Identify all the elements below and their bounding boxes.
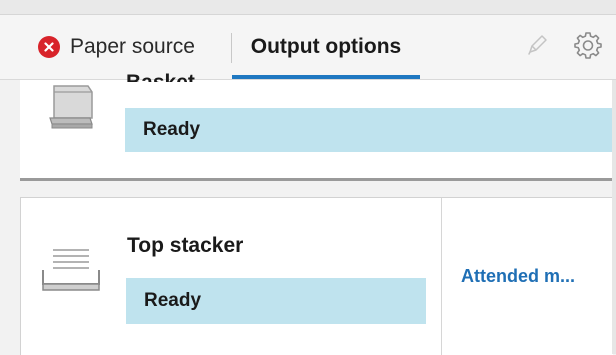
tab-output-options[interactable]: Output options: [232, 15, 420, 79]
gear-icon: [573, 30, 603, 65]
tab-output-options-label: Output options: [250, 35, 402, 58]
status-badge: Ready: [126, 278, 426, 324]
tab-bar: Paper source Output options: [0, 15, 616, 80]
edit-button[interactable]: [519, 29, 555, 65]
basket-icon: [46, 84, 96, 135]
output-card-top-stacker[interactable]: Top stacker Ready Attended m...: [20, 197, 613, 355]
pen-icon: [524, 32, 550, 63]
card-divider: [441, 198, 442, 355]
scrollbar-track[interactable]: [612, 80, 616, 354]
tab-paper-source[interactable]: Paper source: [38, 15, 195, 79]
error-circle-icon: [38, 36, 60, 58]
attended-mode-link[interactable]: Attended m...: [461, 266, 575, 287]
output-name: Basket: [126, 72, 195, 82]
output-card-basket[interactable]: Basket Ready: [20, 72, 612, 181]
settings-button[interactable]: [570, 29, 606, 65]
status-badge: Ready: [125, 108, 612, 152]
window-top-strip: [0, 0, 616, 15]
tab-paper-source-label: Paper source: [70, 35, 195, 58]
output-name: Top stacker: [127, 234, 244, 257]
stacker-icon: [39, 246, 103, 297]
active-tab-underline: [232, 75, 420, 79]
